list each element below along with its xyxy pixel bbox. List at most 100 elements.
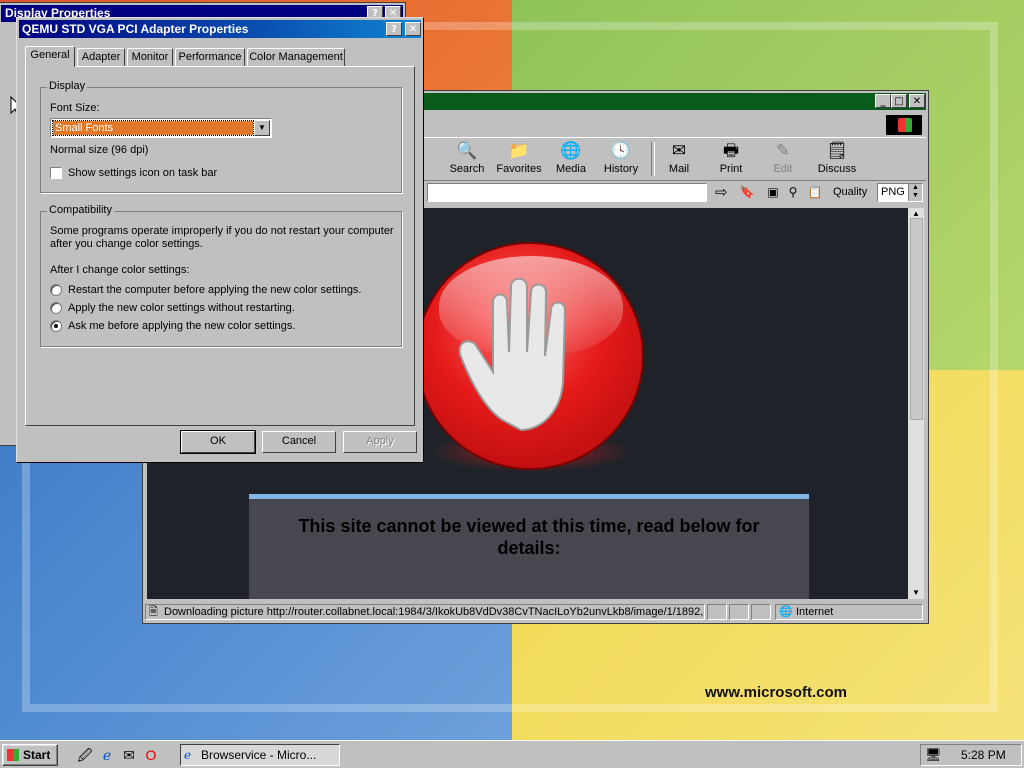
start-label: Start bbox=[23, 748, 51, 762]
internet-explorer-icon: ℯ bbox=[184, 748, 192, 762]
radio-restart-label[interactable]: Restart the computer before applying the… bbox=[68, 284, 362, 296]
toolbar-label: Media bbox=[556, 163, 586, 175]
zone-pane: 🌐 Internet bbox=[775, 604, 923, 620]
display-group-label: Display bbox=[47, 80, 88, 92]
status-pane bbox=[751, 604, 771, 620]
cancel-button[interactable]: Cancel bbox=[262, 431, 336, 453]
toolbar-print-button[interactable]: 🖶 Print bbox=[711, 140, 751, 178]
radio-restart[interactable] bbox=[50, 284, 62, 296]
taskbar: Start 🖉 ℯ ✉ O ℯ Browservice - Micro... 🖥… bbox=[0, 740, 1024, 768]
task-button-browservice[interactable]: ℯ Browservice - Micro... bbox=[180, 744, 340, 766]
dialog-title: QEMU STD VGA PCI Adapter Properties bbox=[22, 22, 249, 36]
maximize-button[interactable]: □ bbox=[891, 94, 907, 108]
hand-icon bbox=[458, 277, 567, 432]
ok-button[interactable]: OK bbox=[180, 430, 256, 454]
outlook-express-icon[interactable]: ✉ bbox=[120, 746, 138, 764]
compat-desc-line1: Some programs operate improperly if you … bbox=[50, 225, 394, 237]
toolbar-search-button[interactable]: 🔍 Search bbox=[447, 140, 487, 178]
scroll-down-icon[interactable]: ▼ bbox=[908, 587, 924, 599]
internet-explorer-icon[interactable]: ℯ bbox=[98, 746, 116, 764]
general-tab-panel: Display Font Size: Small Fonts ▼ Normal … bbox=[25, 66, 415, 426]
tab-monitor[interactable]: Monitor bbox=[127, 48, 173, 66]
radio-apply-without-restart[interactable] bbox=[50, 302, 62, 314]
apply-button[interactable]: Apply bbox=[343, 431, 417, 453]
error-message-text: This site cannot be viewed at this time,… bbox=[298, 516, 760, 558]
close-button[interactable]: ✕ bbox=[405, 22, 421, 36]
status-bar: 🗎 Downloading picture http://router.coll… bbox=[145, 603, 926, 621]
globe-icon: 🌐 bbox=[779, 606, 793, 618]
vertical-scrollbar[interactable]: ▲ ▼ bbox=[908, 208, 924, 599]
tab-general[interactable]: General bbox=[25, 46, 75, 67]
discuss-icon: 🗒 bbox=[826, 141, 848, 160]
opera-icon[interactable]: O bbox=[142, 746, 160, 764]
dialog-titlebar[interactable]: QEMU STD VGA PCI Adapter Properties ? ✕ bbox=[19, 20, 421, 38]
status-pane bbox=[729, 604, 749, 620]
font-size-label: Font Size: bbox=[50, 102, 100, 114]
chevron-down-icon[interactable]: ▼ bbox=[254, 120, 270, 136]
minimize-button[interactable]: _ bbox=[875, 94, 891, 108]
help-button[interactable]: ? bbox=[386, 22, 402, 36]
page-icon[interactable]: ▣ bbox=[765, 184, 781, 200]
mail-icon: ✉ bbox=[671, 141, 687, 160]
tab-performance[interactable]: Performance bbox=[175, 48, 245, 66]
status-text-pane: 🗎 Downloading picture http://router.coll… bbox=[145, 604, 705, 620]
toolbar-history-button[interactable]: 🕓 History bbox=[597, 140, 645, 178]
clock[interactable]: 5:28 PM bbox=[961, 748, 1006, 762]
display-group: Display Font Size: Small Fonts ▼ Normal … bbox=[40, 80, 402, 193]
go-arrow-icon[interactable]: ⇨ bbox=[715, 183, 728, 202]
favorites-icon: 📁 bbox=[508, 141, 530, 160]
radio-ask-me-label[interactable]: Ask me before applying the new color set… bbox=[68, 320, 295, 332]
toolbar-separator bbox=[651, 142, 655, 176]
toolbar-label: Mail bbox=[668, 163, 690, 175]
start-button[interactable]: Start bbox=[2, 744, 58, 766]
quality-label: Quality bbox=[833, 186, 868, 198]
toolbar-label: Discuss bbox=[817, 163, 857, 175]
print-icon: 🖶 bbox=[722, 141, 740, 160]
compatibility-group-label: Compatibility bbox=[47, 204, 114, 216]
tab-color-management[interactable]: Color Management bbox=[247, 48, 345, 66]
clipboard-icon[interactable]: 📋 bbox=[807, 184, 823, 200]
find-icon[interactable]: ⚲ bbox=[785, 184, 801, 200]
close-button[interactable]: ✕ bbox=[909, 94, 925, 108]
toolbar-label: Search bbox=[449, 163, 485, 175]
system-tray: 🖥 5:28 PM bbox=[920, 744, 1022, 766]
quality-spinner[interactable]: ▲ ▼ bbox=[908, 184, 922, 201]
zone-text: Internet bbox=[796, 606, 834, 618]
search-icon: 🔍 bbox=[456, 141, 478, 160]
toolbar-label: Edit bbox=[773, 163, 793, 175]
toolbar-media-button[interactable]: 🌐 Media bbox=[549, 140, 593, 178]
windows-flag-icon bbox=[7, 749, 19, 761]
wallpaper-url: www.microsoft.com bbox=[705, 684, 847, 701]
show-desktop-icon[interactable]: 🖉 bbox=[76, 746, 94, 764]
after-change-label: After I change color settings: bbox=[50, 264, 190, 276]
normal-size-text: Normal size (96 dpi) bbox=[50, 144, 149, 156]
adapter-properties-dialog[interactable]: QEMU STD VGA PCI Adapter Properties ? ✕ … bbox=[16, 17, 424, 463]
status-text: Downloading picture http://router.collab… bbox=[164, 606, 704, 618]
show-icon-label[interactable]: Show settings icon on task bar bbox=[68, 167, 217, 179]
scroll-thumb[interactable] bbox=[910, 218, 923, 420]
toolbar-favorites-button[interactable]: 📁 Favorites bbox=[491, 140, 547, 178]
radio-ask-me[interactable] bbox=[50, 320, 62, 332]
compat-desc-line2: after you change color settings. bbox=[50, 238, 203, 250]
error-message-box: This site cannot be viewed at this time,… bbox=[249, 494, 809, 599]
compatibility-group: Compatibility Some programs operate impr… bbox=[40, 204, 402, 347]
toolbar-label: History bbox=[603, 163, 639, 175]
tab-adapter[interactable]: Adapter bbox=[77, 48, 125, 66]
quality-value: PNG bbox=[881, 186, 905, 198]
font-size-select[interactable]: Small Fonts ▼ bbox=[50, 118, 272, 138]
task-label: Browservice - Micro... bbox=[201, 748, 317, 762]
bookmark-icon[interactable]: 🔖 bbox=[739, 184, 755, 200]
font-size-value: Small Fonts bbox=[52, 120, 254, 136]
status-pane bbox=[707, 604, 727, 620]
history-icon: 🕓 bbox=[610, 141, 632, 160]
toolbar-mail-button[interactable]: ✉ Mail bbox=[659, 140, 699, 178]
quality-select[interactable]: PNG ▲ ▼ bbox=[877, 183, 923, 202]
show-icon-checkbox[interactable] bbox=[50, 167, 62, 179]
toolbar-discuss-button[interactable]: 🗒 Discuss bbox=[813, 140, 861, 178]
display-settings-icon[interactable]: 🖥 bbox=[925, 747, 942, 763]
toolbar-label: Print bbox=[719, 163, 743, 175]
windows-logo-icon bbox=[886, 115, 922, 135]
toolbar-edit-button[interactable]: ✎ Edit bbox=[763, 140, 803, 178]
radio-apply-without-restart-label[interactable]: Apply the new color settings without res… bbox=[68, 302, 295, 314]
address-input[interactable] bbox=[427, 183, 707, 202]
